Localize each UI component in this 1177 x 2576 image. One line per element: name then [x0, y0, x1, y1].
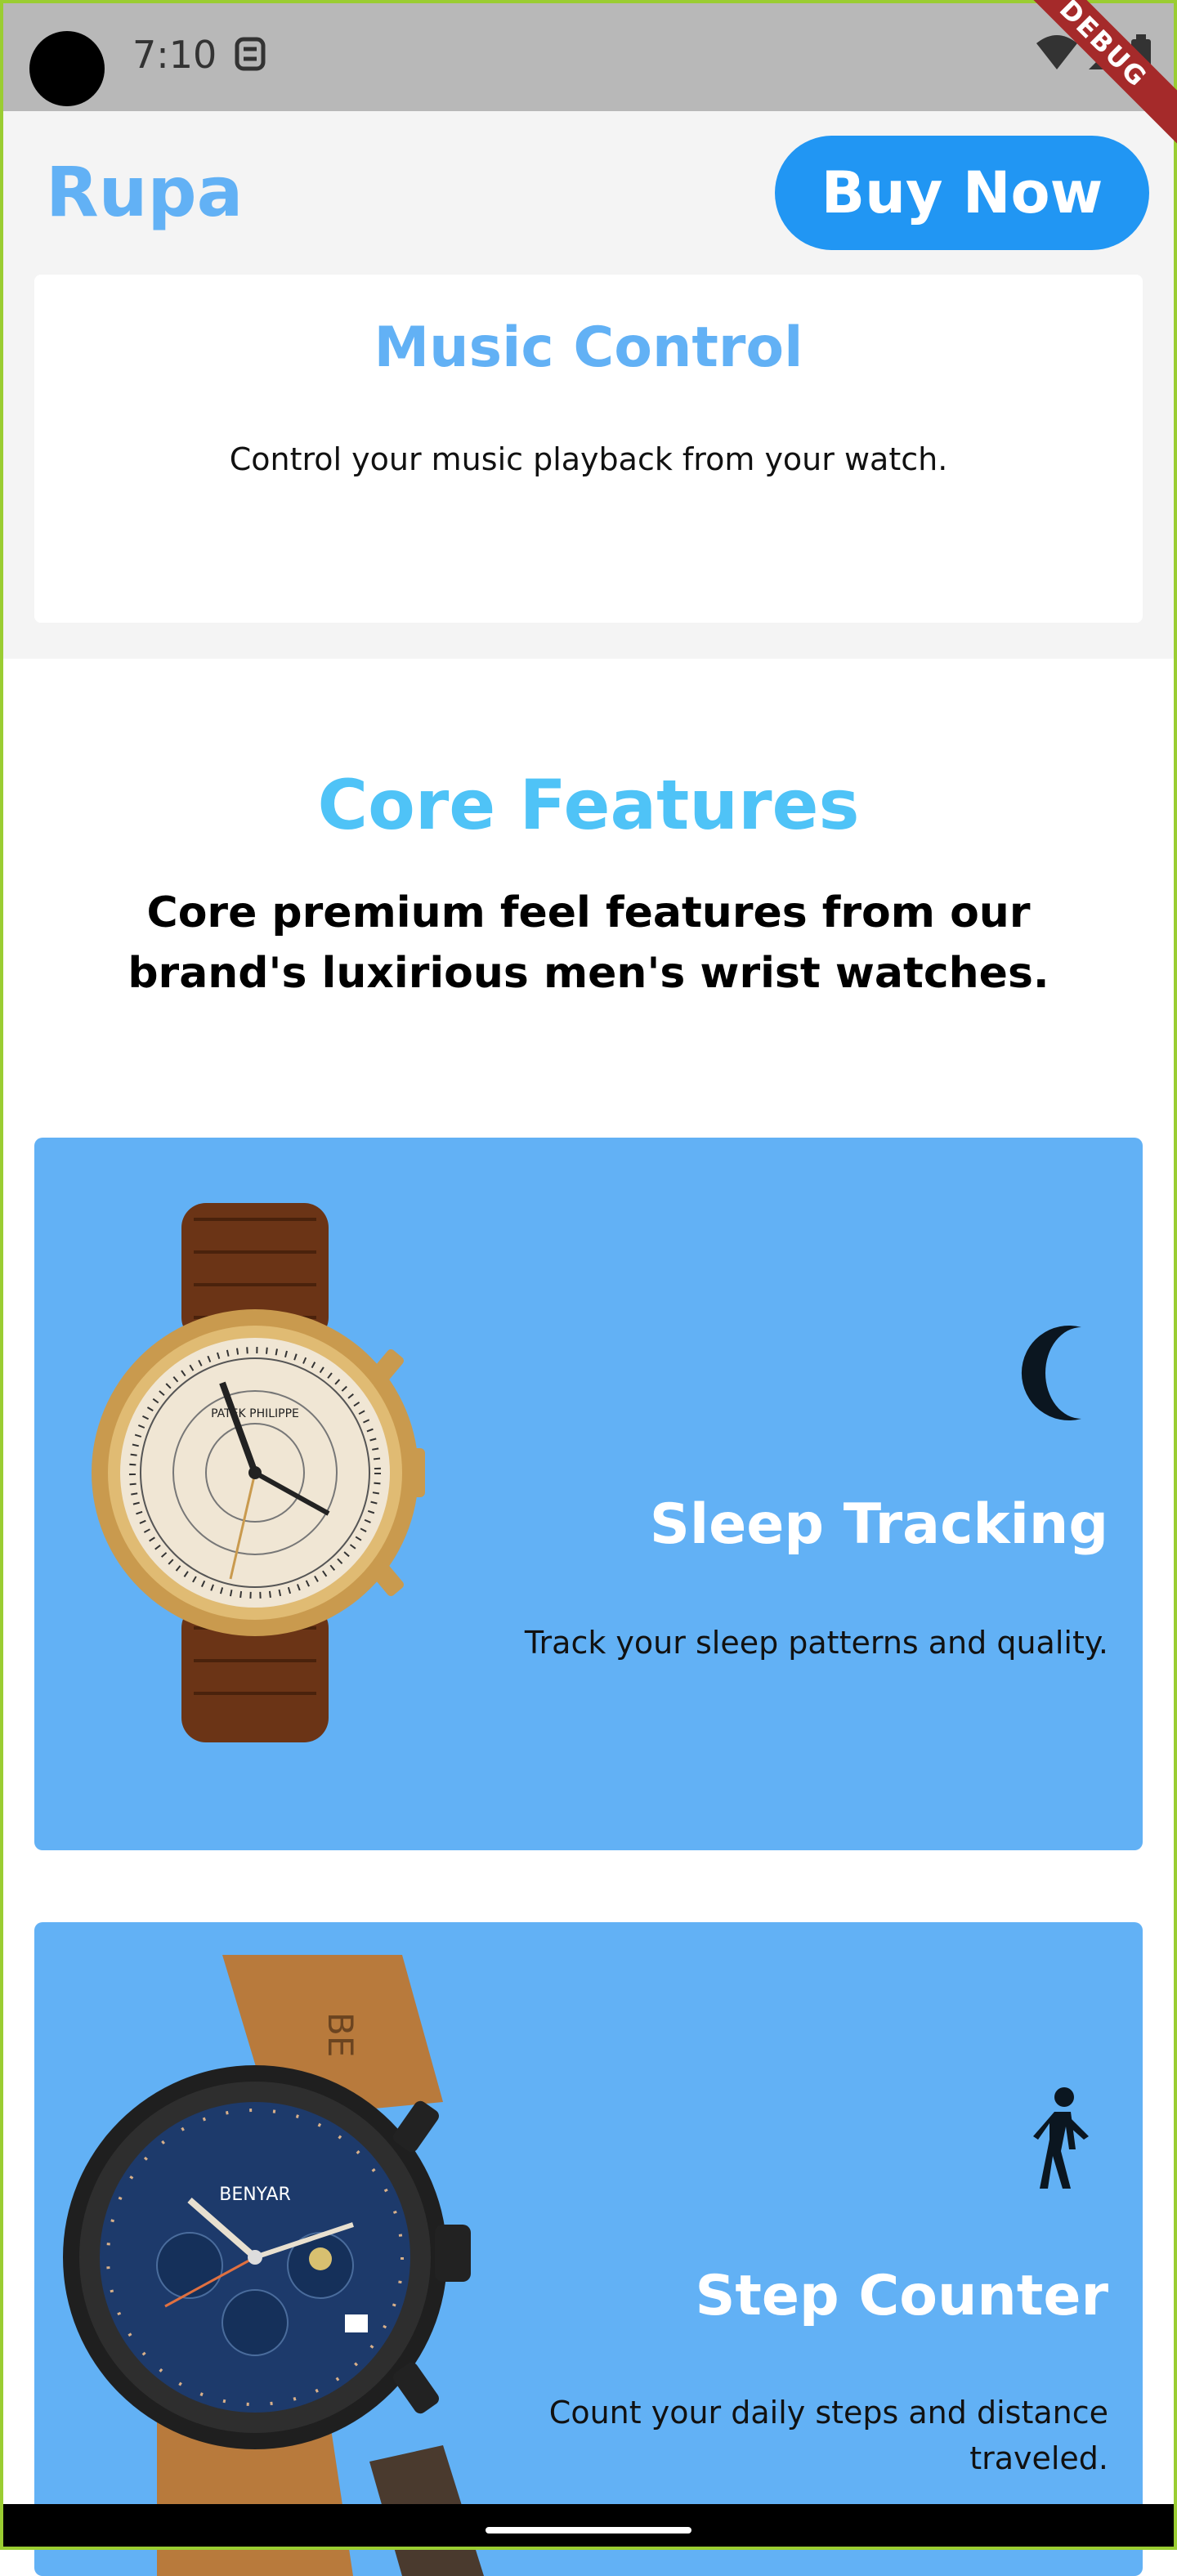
sim-icon — [234, 36, 266, 80]
status-bar: 7:10 — [0, 0, 1177, 111]
svg-text:BE: BE — [320, 2012, 360, 2057]
core-features-title: Core Features — [317, 765, 860, 845]
feature-title: Sleep Tracking — [649, 1492, 1108, 1557]
home-gesture-handle[interactable] — [486, 2527, 691, 2534]
core-features-subtitle: Core premium feel features from our bran… — [128, 888, 1049, 998]
feature-title: Step Counter — [695, 2264, 1108, 2328]
svg-text:PATEK PHILIPPE: PATEK PHILIPPE — [211, 1407, 299, 1420]
feature-card-music-control: Music Control Control your music playbac… — [34, 275, 1143, 623]
navigation-bar — [0, 2504, 1177, 2550]
svg-text:BENYAR: BENYAR — [219, 2185, 291, 2205]
feature-card-title: Music Control — [374, 315, 803, 380]
brand-logo[interactable]: Rupa — [46, 152, 243, 232]
status-time: 7:10 — [132, 33, 217, 77]
feature-card-step-counter: BE BENYAR Step Counter Count your daily … — [34, 1922, 1143, 2576]
blue-watch-image: BE BENYAR — [63, 1955, 484, 2576]
walking-person-icon — [1033, 2087, 1089, 2189]
app-bar: Rupa Buy Now — [0, 111, 1177, 275]
wifi-icon — [1036, 35, 1077, 69]
feature-description: Count your daily steps and distance trav… — [548, 2395, 1108, 2476]
buy-now-button[interactable]: Buy Now — [775, 136, 1149, 250]
feature-card-description: Control your music playback from your wa… — [229, 441, 948, 477]
moon-icon — [1021, 1326, 1081, 1420]
gold-watch-image: PATEK PHILIPPE — [92, 1203, 425, 1742]
feature-card-sleep-tracking: PATEK PHILIPPE Sleep Tracking Track your… — [34, 1138, 1143, 1850]
camera-cutout — [29, 31, 105, 106]
features-grid-section: Music Control Control your music playbac… — [0, 275, 1177, 659]
feature-description: Track your sleep patterns and quality. — [524, 1625, 1108, 1661]
